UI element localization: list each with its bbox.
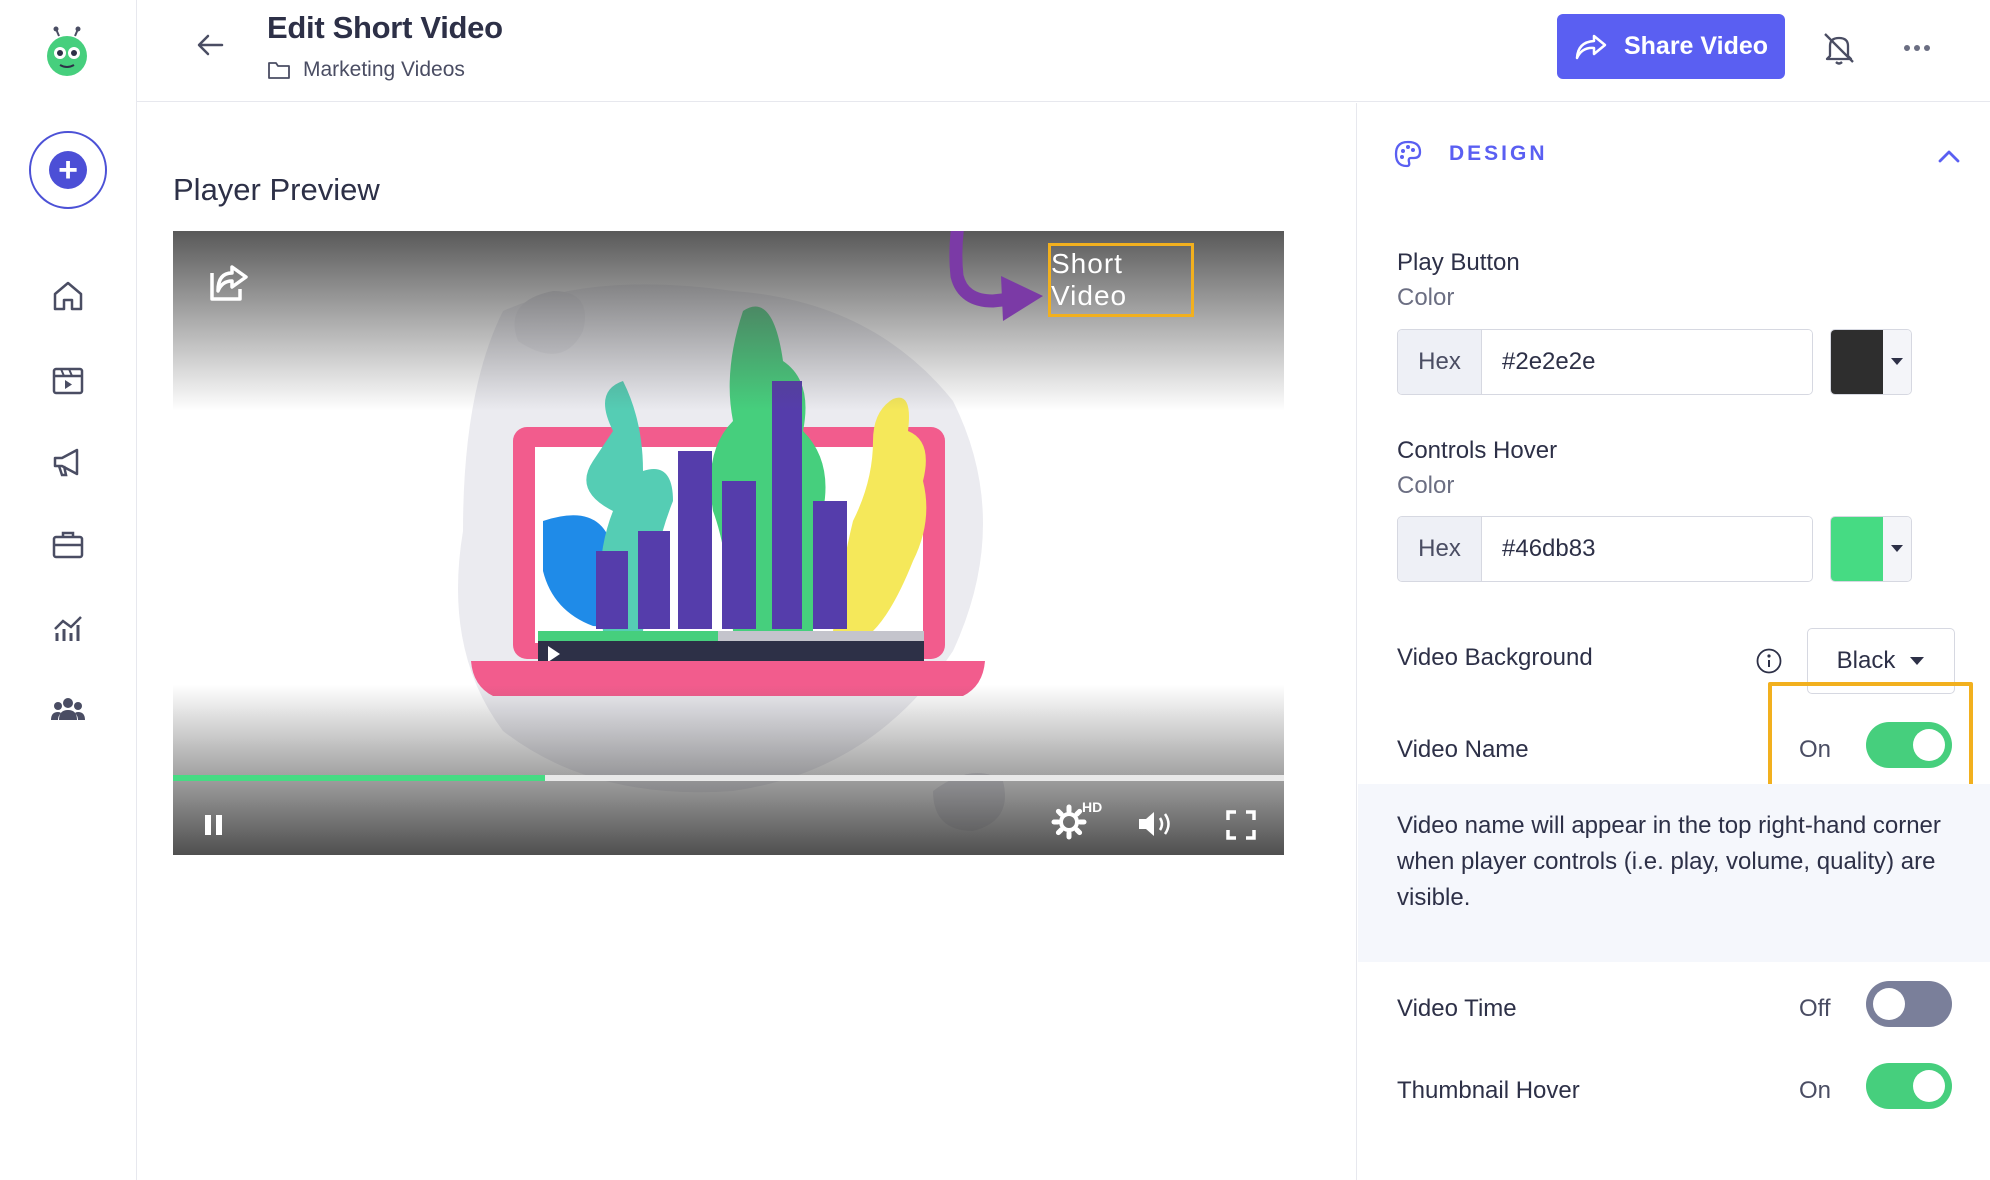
play-button-color-label: Play Button	[1397, 249, 1520, 276]
breadcrumb-label: Marketing Videos	[303, 58, 465, 81]
left-nav: +	[0, 0, 137, 1180]
caret-down-icon	[1883, 330, 1911, 394]
breadcrumb-folder[interactable]: Marketing Videos	[267, 58, 465, 82]
caret-down-icon	[1883, 517, 1911, 581]
notifications-off-icon[interactable]	[1819, 28, 1859, 68]
controls-hover-color-picker[interactable]	[1830, 516, 1912, 582]
plus-icon: +	[49, 151, 87, 189]
video-background-label: Video Background	[1397, 644, 1593, 671]
volume-icon[interactable]	[1135, 807, 1179, 841]
thumbnail-hover-toggle[interactable]	[1866, 1063, 1952, 1109]
video-time-state: Off	[1799, 995, 1831, 1022]
share-arrow-icon	[1575, 34, 1607, 59]
top-header: Edit Short Video Marketing Videos Share …	[137, 0, 1990, 102]
more-options-icon[interactable]	[1897, 28, 1937, 68]
hd-quality-badge: HD	[1082, 799, 1103, 815]
chevron-up-icon[interactable]	[1935, 145, 1963, 167]
page-title: Edit Short Video	[267, 10, 503, 45]
video-background-select[interactable]: Black	[1807, 628, 1955, 694]
thumbnail-hover-state: On	[1799, 1077, 1832, 1104]
team-icon[interactable]	[47, 688, 89, 730]
info-icon[interactable]	[1755, 647, 1783, 675]
play-button-color-picker[interactable]	[1830, 329, 1912, 395]
hex-tag: Hex	[1398, 517, 1482, 581]
videos-icon[interactable]	[47, 359, 89, 401]
create-new-button[interactable]: +	[29, 131, 107, 209]
video-background-value: Black	[1836, 647, 1896, 674]
video-progress-fill	[173, 775, 546, 781]
video-name-overlay: Short Video	[1048, 243, 1194, 317]
controls-hover-color-sublabel: Color	[1397, 472, 1455, 499]
analytics-icon[interactable]	[47, 607, 89, 649]
fullscreen-icon[interactable]	[1225, 809, 1257, 841]
play-button-hex-input[interactable]	[1482, 330, 1812, 394]
campaigns-icon[interactable]	[47, 441, 89, 483]
controls-hover-hex-group: Hex	[1397, 516, 1813, 582]
portfolio-icon[interactable]	[47, 523, 89, 565]
video-name-helper: Video name will appear in the top right-…	[1358, 784, 1990, 962]
back-arrow-icon[interactable]	[192, 27, 228, 63]
thumbnail-hover-label: Thumbnail Hover	[1397, 1077, 1580, 1104]
controls-hover-hex-input[interactable]	[1482, 517, 1812, 581]
design-section-title: DESIGN	[1449, 142, 1548, 165]
design-section-header[interactable]: DESIGN	[1393, 139, 1548, 169]
toggle-knob	[1913, 729, 1945, 761]
app-logo-icon[interactable]	[43, 26, 91, 78]
play-button-hex-group: Hex	[1397, 329, 1813, 395]
video-name-label: Video Name	[1397, 736, 1529, 763]
toggle-knob	[1873, 988, 1905, 1020]
play-button-color-sublabel: Color	[1397, 284, 1455, 311]
player-preview-heading: Player Preview	[173, 172, 380, 207]
pause-icon[interactable]	[201, 809, 227, 839]
video-player-preview[interactable]: Short Video HD	[173, 231, 1284, 855]
video-time-label: Video Time	[1397, 995, 1517, 1022]
controls-hover-color-label: Controls Hover	[1397, 437, 1558, 464]
share-video-button[interactable]: Share Video	[1557, 14, 1785, 79]
player-bottom-gradient	[173, 685, 1284, 855]
design-settings-panel: DESIGN Play Button Color Hex Controls Ho…	[1356, 103, 1990, 1180]
video-name-helper-text: Video name will appear in the top right-…	[1397, 812, 1941, 911]
folder-icon	[268, 62, 290, 79]
video-name-state: On	[1799, 736, 1832, 763]
video-name-toggle[interactable]	[1866, 722, 1952, 768]
controls-hover-swatch	[1831, 517, 1883, 581]
caret-down-icon	[1910, 656, 1925, 665]
palette-icon	[1394, 140, 1422, 168]
home-icon[interactable]	[47, 275, 89, 317]
player-share-icon[interactable]	[206, 259, 252, 305]
video-time-toggle[interactable]	[1866, 981, 1952, 1027]
video-progress-bar[interactable]	[173, 775, 1284, 781]
toggle-knob	[1913, 1070, 1945, 1102]
hex-tag: Hex	[1398, 330, 1482, 394]
play-button-swatch	[1831, 330, 1883, 394]
share-video-label: Share Video	[1623, 32, 1769, 60]
